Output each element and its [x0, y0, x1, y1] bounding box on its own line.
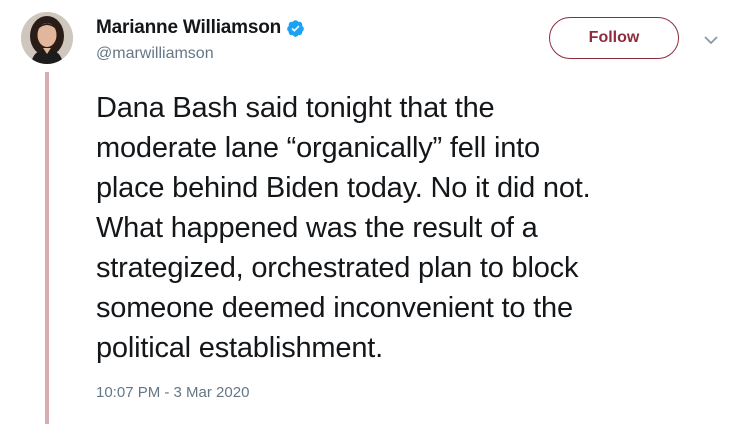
tweet-text-line: What happened was the result of a: [96, 212, 538, 244]
author-name-row: Marianne Williamson: [96, 15, 305, 41]
author-display-name[interactable]: Marianne Williamson: [96, 17, 281, 39]
avatar[interactable]: [21, 12, 73, 64]
tweet-timestamp[interactable]: 10:07 PM - 3 Mar 2020: [96, 384, 249, 401]
tweet-text: Dana Bash said tonight that the moderate…: [96, 88, 716, 368]
tweet-card: Marianne Williamson @marwilliamson Follo…: [0, 0, 731, 424]
verified-badge-icon: [286, 19, 305, 38]
profile-photo-icon: [21, 12, 73, 64]
author-handle[interactable]: @marwilliamson: [96, 45, 214, 63]
tweet-text-line: moderate lane “organically” fell into: [96, 132, 540, 164]
chevron-down-icon[interactable]: [701, 30, 721, 50]
tweet-text-line: political establishment.: [96, 332, 383, 364]
tweet-text-line: someone deemed inconvenient to the: [96, 292, 573, 324]
tweet-text-line: place behind Biden today. No it did not.: [96, 172, 591, 204]
follow-button[interactable]: Follow: [549, 17, 679, 59]
tweet-text-line: Dana Bash said tonight that the: [96, 92, 495, 124]
thread-line: [45, 72, 49, 424]
tweet-text-line: strategized, orchestrated plan to block: [96, 252, 579, 284]
